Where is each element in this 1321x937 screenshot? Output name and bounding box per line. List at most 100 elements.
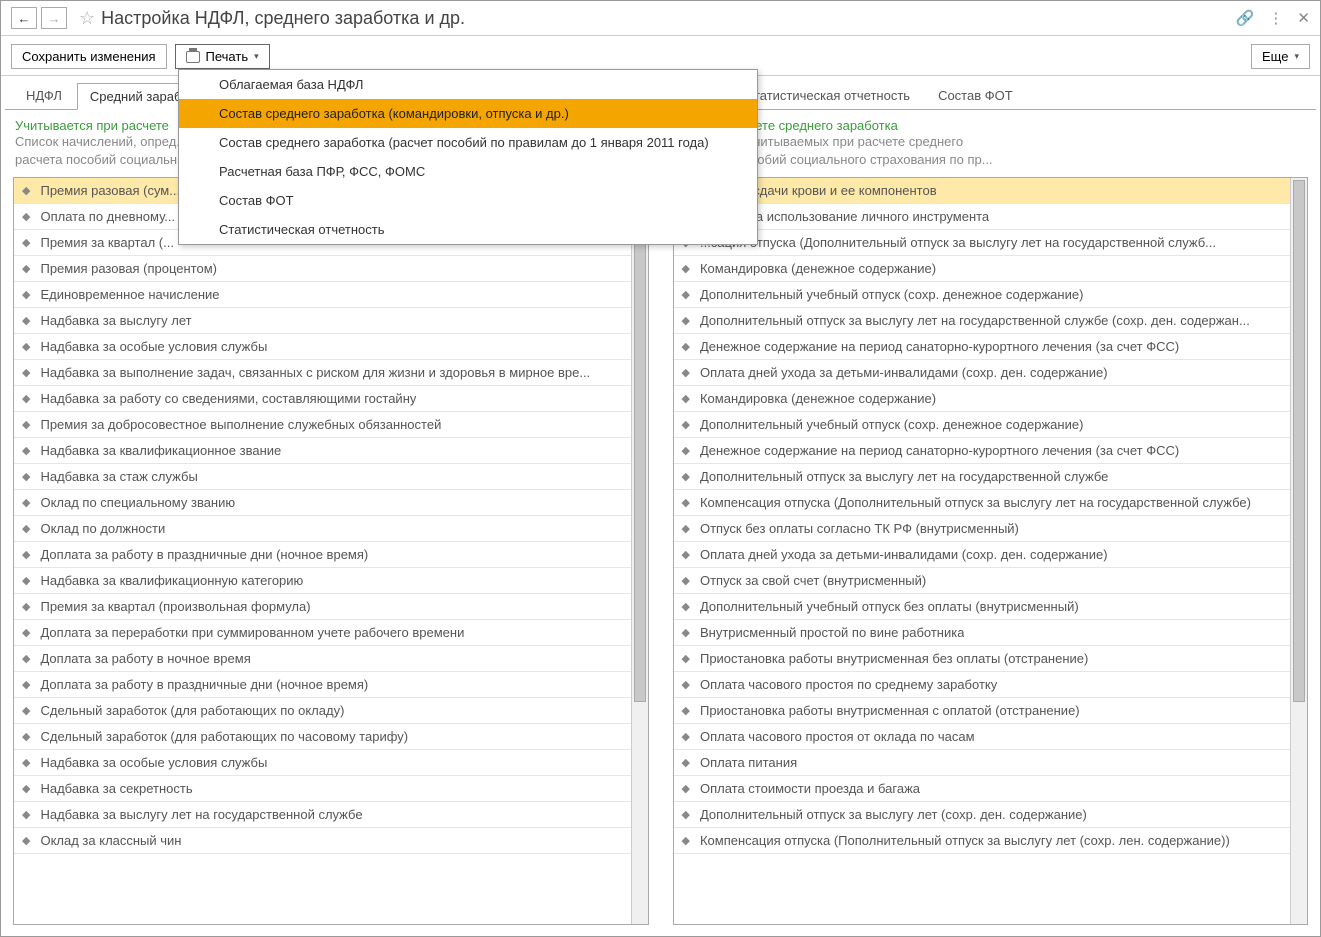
list-item[interactable]: ◆Оплата стоимости проезда и багажа	[674, 776, 1291, 802]
list-item[interactable]: ◆Премия за добросовестное выполнение слу…	[14, 412, 631, 438]
list-item[interactable]: ◆Премия разовая (процентом)	[14, 256, 631, 282]
dropdown-item[interactable]: Состав ФОТ	[179, 186, 757, 215]
link-icon[interactable]: 🔗	[1236, 9, 1255, 27]
list-item[interactable]: ◆Надбавка за выслугу лет на государствен…	[14, 802, 631, 828]
scrollbar-thumb[interactable]	[634, 180, 646, 702]
list-item-label: Внутрисменный простой по вине работника	[700, 625, 964, 640]
item-marker-icon: ◆	[22, 496, 30, 509]
list-item[interactable]: ◆Оклад за классный чин	[14, 828, 631, 854]
list-item-label: Компенсация отпуска (Пополнительный отпу…	[700, 833, 1230, 848]
list-item[interactable]: ◆Дополнительный отпуск за выслугу лет на…	[674, 464, 1291, 490]
list-item[interactable]: ◆Оплата часового простоя от оклада по ча…	[674, 724, 1291, 750]
print-button[interactable]: Печать ▾	[175, 44, 270, 69]
forward-button[interactable]: →	[41, 7, 67, 29]
list-item[interactable]: ◆Оплата питания	[674, 750, 1291, 776]
item-marker-icon: ◆	[682, 392, 690, 405]
list-item[interactable]: ◆Дополнительный учебный отпуск без оплат…	[674, 594, 1291, 620]
dropdown-item[interactable]: Статистическая отчетность	[179, 215, 757, 244]
list-item[interactable]: ◆Надбавка за работу со сведениями, соста…	[14, 386, 631, 412]
close-icon[interactable]: ✕	[1297, 9, 1310, 27]
list-item[interactable]: ◆Оплата дней ухода за детьми-инвалидами …	[674, 360, 1291, 386]
scrollbar[interactable]	[1290, 178, 1307, 924]
list-item[interactable]: ◆Премия за квартал (произвольная формула…	[14, 594, 631, 620]
list-item[interactable]: ◆Надбавка за выполнение задач, связанных…	[14, 360, 631, 386]
list-item-label: Надбавка за работу со сведениями, состав…	[40, 391, 416, 406]
dropdown-item[interactable]: Состав среднего заработка (расчет пособи…	[179, 128, 757, 157]
list-item[interactable]: ◆Компенсация отпуска (Пополнительный отп…	[674, 828, 1291, 854]
list-item-label: Оплата дней ухода за детьми-инвалидами (…	[700, 547, 1108, 562]
list-item[interactable]: ◆Приостановка работы внутрисменная с опл…	[674, 698, 1291, 724]
dropdown-item[interactable]: Расчетная база ПФР, ФСС, ФОМС	[179, 157, 757, 186]
list-item-label: Отпуск за свой счет (внутрисменный)	[700, 573, 926, 588]
scrollbar-thumb[interactable]	[1293, 180, 1305, 702]
list-item[interactable]: ◆Надбавка за стаж службы	[14, 464, 631, 490]
dropdown-item[interactable]: Облагаемая база НДФЛ	[179, 70, 757, 99]
tab[interactable]: НДФЛ	[13, 82, 75, 109]
list-item[interactable]: ◆Надбавка за особые условия службы	[14, 334, 631, 360]
list-item[interactable]: ◆Доплата за работу в праздничные дни (но…	[14, 672, 631, 698]
list-item[interactable]: ◆Надбавка за особые условия службы	[14, 750, 631, 776]
item-marker-icon: ◆	[682, 756, 690, 769]
list-item[interactable]: ◆Денежное содержание на период санаторно…	[674, 438, 1291, 464]
list-item[interactable]: ◆ Оплата дней ухода за детьми-инвалидами …	[674, 542, 1291, 568]
list-item[interactable]: ◆Компенсация отпуска (Дополнительный отп…	[674, 490, 1291, 516]
item-marker-icon: ◆	[22, 756, 30, 769]
print-button-label: Печать	[206, 49, 249, 64]
tab[interactable]: Статистическая отчетность	[732, 82, 924, 109]
item-marker-icon: ◆	[682, 496, 690, 509]
dropdown-item[interactable]: Состав среднего заработка (командировки,…	[179, 99, 757, 128]
save-button-label: Сохранить изменения	[22, 49, 156, 64]
list-item[interactable]: ◆Сдельный заработок (для работающих по ч…	[14, 724, 631, 750]
list-item-label: Командировка (денежное содержание)	[700, 391, 936, 406]
list-item[interactable]: ◆Дополнительный учебный отпуск (сохр. де…	[674, 282, 1291, 308]
item-marker-icon: ◆	[22, 314, 30, 327]
list-item-label: Сдельный заработок (для работающих по ча…	[40, 729, 408, 744]
item-marker-icon: ◆	[682, 444, 690, 457]
list-item-label: Доплата за работу в ночное время	[40, 651, 250, 666]
list-item[interactable]: ◆Доплата за работу в праздничные дни (но…	[14, 542, 631, 568]
list-item[interactable]: ◆Надбавка за квалификационную категорию	[14, 568, 631, 594]
list-item-label: Оплата дней ухода за детьми-инвалидами (…	[700, 365, 1108, 380]
list-item[interactable]: ◆Надбавка за секретность	[14, 776, 631, 802]
list-item[interactable]: ◆Надбавка за квалификационное звание	[14, 438, 631, 464]
kebab-icon[interactable]: ⋮	[1268, 9, 1283, 27]
more-button[interactable]: Еще ▾	[1251, 44, 1310, 69]
list-item[interactable]: ◆Дополнительный отпуск за выслугу лет на…	[674, 308, 1291, 334]
list-item[interactable]: ◆...за дни сдачи крови и ее компонентов	[674, 178, 1291, 204]
list-item[interactable]: ◆Сдельный заработок (для работающих по о…	[14, 698, 631, 724]
item-marker-icon: ◆	[22, 782, 30, 795]
list-item[interactable]: ◆...сация за использование личного инстр…	[674, 204, 1291, 230]
list-item[interactable]: ◆Единовременное начисление	[14, 282, 631, 308]
item-marker-icon: ◆	[682, 652, 690, 665]
list-item[interactable]: ◆...сация отпуска (Дополнительный отпуск…	[674, 230, 1291, 256]
list-item[interactable]: ◆Отпуск без оплаты согласно ТК РФ (внутр…	[674, 516, 1291, 542]
list-item[interactable]: ◆Отпуск за свой счет (внутрисменный)	[674, 568, 1291, 594]
favorite-star-icon[interactable]: ☆	[79, 8, 95, 29]
list-item-label: Денежное содержание на период санаторно-…	[700, 339, 1179, 354]
scrollbar[interactable]	[631, 178, 648, 924]
save-button[interactable]: Сохранить изменения	[11, 44, 167, 69]
list-item[interactable]: ◆ Доплата за переработки при суммированно…	[14, 620, 631, 646]
item-marker-icon: ◆	[682, 626, 690, 639]
list-item[interactable]: ◆Приостановка работы внутрисменная без о…	[674, 646, 1291, 672]
list-item[interactable]: ◆Дополнительный отпуск за выслугу лет (с…	[674, 802, 1291, 828]
list-item[interactable]: ◆Оплата часового простоя по среднему зар…	[674, 672, 1291, 698]
list-item-label: Доплата за переработки при суммированном…	[40, 625, 464, 640]
item-marker-icon: ◆	[682, 548, 690, 561]
back-button[interactable]: ←	[11, 7, 37, 29]
tab[interactable]: Состав ФОТ	[925, 82, 1026, 109]
list-item[interactable]: ◆Оклад по специальному званию	[14, 490, 631, 516]
list-item[interactable]: ◆Командировка (денежное содержание)	[674, 256, 1291, 282]
list-item[interactable]: ◆Надбавка за выслугу лет	[14, 308, 631, 334]
list-item[interactable]: ◆ Командировка (денежное содержание)	[674, 386, 1291, 412]
item-marker-icon: ◆	[22, 600, 30, 613]
list-item-label: Премия за квартал (...	[40, 235, 173, 250]
list-item-label: Оплата по дневному...	[40, 209, 175, 224]
list-item[interactable]: ◆Дополнительный учебный отпуск (сохр. де…	[674, 412, 1291, 438]
list-item[interactable]: ◆Оклад по должности	[14, 516, 631, 542]
list-item[interactable]: ◆ Внутрисменный простой по вине работника	[674, 620, 1291, 646]
item-marker-icon: ◆	[22, 626, 30, 639]
item-marker-icon: ◆	[22, 652, 30, 665]
list-item[interactable]: ◆Денежное содержание на период санаторно…	[674, 334, 1291, 360]
list-item[interactable]: ◆ Доплата за работу в ночное время	[14, 646, 631, 672]
